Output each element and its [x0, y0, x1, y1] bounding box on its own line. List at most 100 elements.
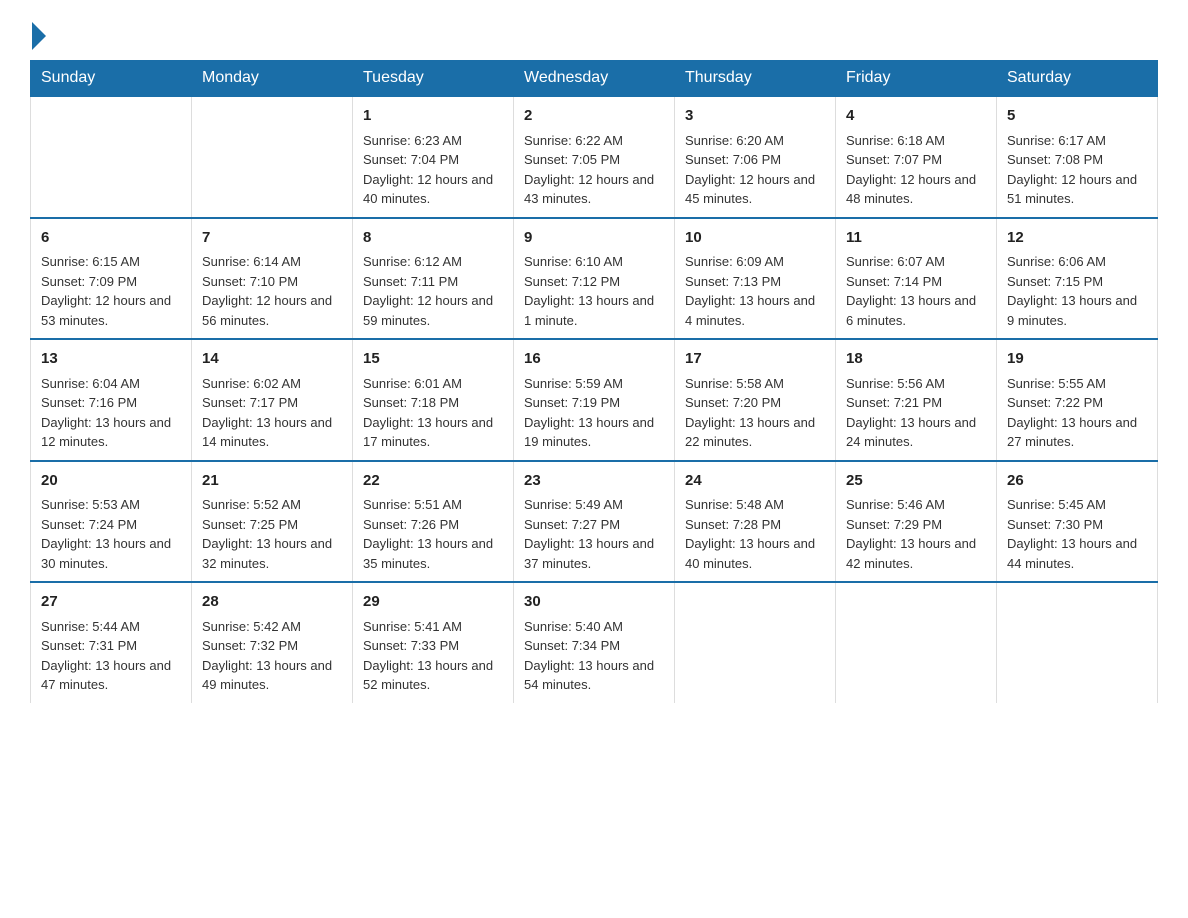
day-info: Sunrise: 5:49 AMSunset: 7:27 PMDaylight:…	[524, 497, 654, 571]
day-number: 11	[846, 227, 986, 250]
day-number: 21	[202, 470, 342, 493]
day-number: 28	[202, 591, 342, 614]
day-info: Sunrise: 5:51 AMSunset: 7:26 PMDaylight:…	[363, 497, 493, 571]
day-number: 10	[685, 227, 825, 250]
calendar-cell: 11 Sunrise: 6:07 AMSunset: 7:14 PMDayligh…	[836, 218, 997, 340]
day-info: Sunrise: 5:45 AMSunset: 7:30 PMDaylight:…	[1007, 497, 1137, 571]
day-number: 14	[202, 348, 342, 371]
calendar-cell: 20Sunrise: 5:53 AMSunset: 7:24 PMDayligh…	[31, 461, 192, 583]
calendar-cell: 10 Sunrise: 6:09 AMSunset: 7:13 PMDayligh…	[675, 218, 836, 340]
calendar-cell: 7 Sunrise: 6:14 AMSunset: 7:10 PMDaylight…	[192, 218, 353, 340]
day-number: 23	[524, 470, 664, 493]
day-number: 17	[685, 348, 825, 371]
day-info: Sunrise: 5:41 AMSunset: 7:33 PMDaylight:…	[363, 619, 493, 693]
calendar-cell: 28 Sunrise: 5:42 AMSunset: 7:32 PMDayligh…	[192, 582, 353, 703]
day-info: Sunrise: 6:23 AMSunset: 7:04 PMDaylight:…	[363, 133, 493, 207]
calendar-cell: 14 Sunrise: 6:02 AMSunset: 7:17 PMDayligh…	[192, 339, 353, 461]
calendar-cell: 3 Sunrise: 6:20 AMSunset: 7:06 PMDaylight…	[675, 96, 836, 218]
day-number: 24	[685, 470, 825, 493]
day-info: Sunrise: 6:18 AMSunset: 7:07 PMDaylight:…	[846, 133, 976, 207]
day-info: Sunrise: 6:07 AMSunset: 7:14 PMDaylight:…	[846, 254, 976, 328]
day-info: Sunrise: 5:52 AMSunset: 7:25 PMDaylight:…	[202, 497, 332, 571]
day-info: Sunrise: 6:09 AMSunset: 7:13 PMDaylight:…	[685, 254, 815, 328]
week-row-3: 13Sunrise: 6:04 AMSunset: 7:16 PMDayligh…	[31, 339, 1158, 461]
logo-arrow-icon	[32, 22, 46, 50]
calendar-cell: 8 Sunrise: 6:12 AMSunset: 7:11 PMDaylight…	[353, 218, 514, 340]
calendar-cell: 2 Sunrise: 6:22 AMSunset: 7:05 PMDaylight…	[514, 96, 675, 218]
day-info: Sunrise: 5:42 AMSunset: 7:32 PMDaylight:…	[202, 619, 332, 693]
day-info: Sunrise: 5:40 AMSunset: 7:34 PMDaylight:…	[524, 619, 654, 693]
calendar-cell: 22 Sunrise: 5:51 AMSunset: 7:26 PMDayligh…	[353, 461, 514, 583]
calendar-cell: 27Sunrise: 5:44 AMSunset: 7:31 PMDayligh…	[31, 582, 192, 703]
day-info: Sunrise: 6:01 AMSunset: 7:18 PMDaylight:…	[363, 376, 493, 450]
calendar-cell: 12 Sunrise: 6:06 AMSunset: 7:15 PMDayligh…	[997, 218, 1158, 340]
day-info: Sunrise: 6:02 AMSunset: 7:17 PMDaylight:…	[202, 376, 332, 450]
day-info: Sunrise: 6:14 AMSunset: 7:10 PMDaylight:…	[202, 254, 332, 328]
calendar-cell	[997, 582, 1158, 703]
day-info: Sunrise: 6:10 AMSunset: 7:12 PMDaylight:…	[524, 254, 654, 328]
day-info: Sunrise: 6:15 AMSunset: 7:09 PMDaylight:…	[41, 254, 171, 328]
calendar-cell: 9 Sunrise: 6:10 AMSunset: 7:12 PMDaylight…	[514, 218, 675, 340]
week-row-5: 27Sunrise: 5:44 AMSunset: 7:31 PMDayligh…	[31, 582, 1158, 703]
week-row-2: 6 Sunrise: 6:15 AMSunset: 7:09 PMDaylight…	[31, 218, 1158, 340]
week-row-1: 1Sunrise: 6:23 AMSunset: 7:04 PMDaylight…	[31, 96, 1158, 218]
day-number: 2	[524, 105, 664, 128]
day-info: Sunrise: 6:06 AMSunset: 7:15 PMDaylight:…	[1007, 254, 1137, 328]
calendar-cell: 17 Sunrise: 5:58 AMSunset: 7:20 PMDayligh…	[675, 339, 836, 461]
day-info: Sunrise: 5:55 AMSunset: 7:22 PMDaylight:…	[1007, 376, 1137, 450]
calendar-cell: 18 Sunrise: 5:56 AMSunset: 7:21 PMDayligh…	[836, 339, 997, 461]
day-number: 8	[363, 227, 503, 250]
day-number: 7	[202, 227, 342, 250]
day-info: Sunrise: 5:56 AMSunset: 7:21 PMDaylight:…	[846, 376, 976, 450]
day-info: Sunrise: 5:48 AMSunset: 7:28 PMDaylight:…	[685, 497, 815, 571]
weekday-header-friday: Friday	[836, 61, 997, 97]
calendar-cell: 4 Sunrise: 6:18 AMSunset: 7:07 PMDaylight…	[836, 96, 997, 218]
day-number: 15	[363, 348, 503, 371]
day-info: Sunrise: 5:59 AMSunset: 7:19 PMDaylight:…	[524, 376, 654, 450]
day-number: 12	[1007, 227, 1147, 250]
day-info: Sunrise: 6:20 AMSunset: 7:06 PMDaylight:…	[685, 133, 815, 207]
day-number: 22	[363, 470, 503, 493]
day-number: 4	[846, 105, 986, 128]
day-number: 18	[846, 348, 986, 371]
day-number: 13	[41, 348, 181, 371]
weekday-header-wednesday: Wednesday	[514, 61, 675, 97]
calendar-cell: 26 Sunrise: 5:45 AMSunset: 7:30 PMDayligh…	[997, 461, 1158, 583]
calendar-cell: 24 Sunrise: 5:48 AMSunset: 7:28 PMDayligh…	[675, 461, 836, 583]
day-info: Sunrise: 5:46 AMSunset: 7:29 PMDaylight:…	[846, 497, 976, 571]
weekday-header-thursday: Thursday	[675, 61, 836, 97]
day-number: 3	[685, 105, 825, 128]
calendar-cell: 1Sunrise: 6:23 AMSunset: 7:04 PMDaylight…	[353, 96, 514, 218]
day-info: Sunrise: 6:12 AMSunset: 7:11 PMDaylight:…	[363, 254, 493, 328]
day-number: 26	[1007, 470, 1147, 493]
calendar-cell: 6 Sunrise: 6:15 AMSunset: 7:09 PMDaylight…	[31, 218, 192, 340]
calendar-table: SundayMondayTuesdayWednesdayThursdayFrid…	[30, 60, 1158, 703]
calendar-cell: 23 Sunrise: 5:49 AMSunset: 7:27 PMDayligh…	[514, 461, 675, 583]
day-info: Sunrise: 5:58 AMSunset: 7:20 PMDaylight:…	[685, 376, 815, 450]
day-number: 27	[41, 591, 181, 614]
day-number: 5	[1007, 105, 1147, 128]
day-number: 20	[41, 470, 181, 493]
day-number: 9	[524, 227, 664, 250]
calendar-cell: 29Sunrise: 5:41 AMSunset: 7:33 PMDayligh…	[353, 582, 514, 703]
calendar-cell: 13Sunrise: 6:04 AMSunset: 7:16 PMDayligh…	[31, 339, 192, 461]
page-header	[30, 20, 1158, 50]
day-number: 16	[524, 348, 664, 371]
day-number: 19	[1007, 348, 1147, 371]
week-row-4: 20Sunrise: 5:53 AMSunset: 7:24 PMDayligh…	[31, 461, 1158, 583]
day-info: Sunrise: 6:17 AMSunset: 7:08 PMDaylight:…	[1007, 133, 1137, 207]
calendar-cell: 5 Sunrise: 6:17 AMSunset: 7:08 PMDaylight…	[997, 96, 1158, 218]
calendar-cell	[836, 582, 997, 703]
calendar-cell: 30Sunrise: 5:40 AMSunset: 7:34 PMDayligh…	[514, 582, 675, 703]
calendar-cell: 19 Sunrise: 5:55 AMSunset: 7:22 PMDayligh…	[997, 339, 1158, 461]
calendar-cell: 21 Sunrise: 5:52 AMSunset: 7:25 PMDayligh…	[192, 461, 353, 583]
weekday-header-saturday: Saturday	[997, 61, 1158, 97]
day-number: 6	[41, 227, 181, 250]
day-info: Sunrise: 6:22 AMSunset: 7:05 PMDaylight:…	[524, 133, 654, 207]
calendar-cell: 15 Sunrise: 6:01 AMSunset: 7:18 PMDayligh…	[353, 339, 514, 461]
weekday-header-row: SundayMondayTuesdayWednesdayThursdayFrid…	[31, 61, 1158, 97]
calendar-cell	[31, 96, 192, 218]
weekday-header-tuesday: Tuesday	[353, 61, 514, 97]
calendar-cell: 25Sunrise: 5:46 AMSunset: 7:29 PMDayligh…	[836, 461, 997, 583]
weekday-header-sunday: Sunday	[31, 61, 192, 97]
